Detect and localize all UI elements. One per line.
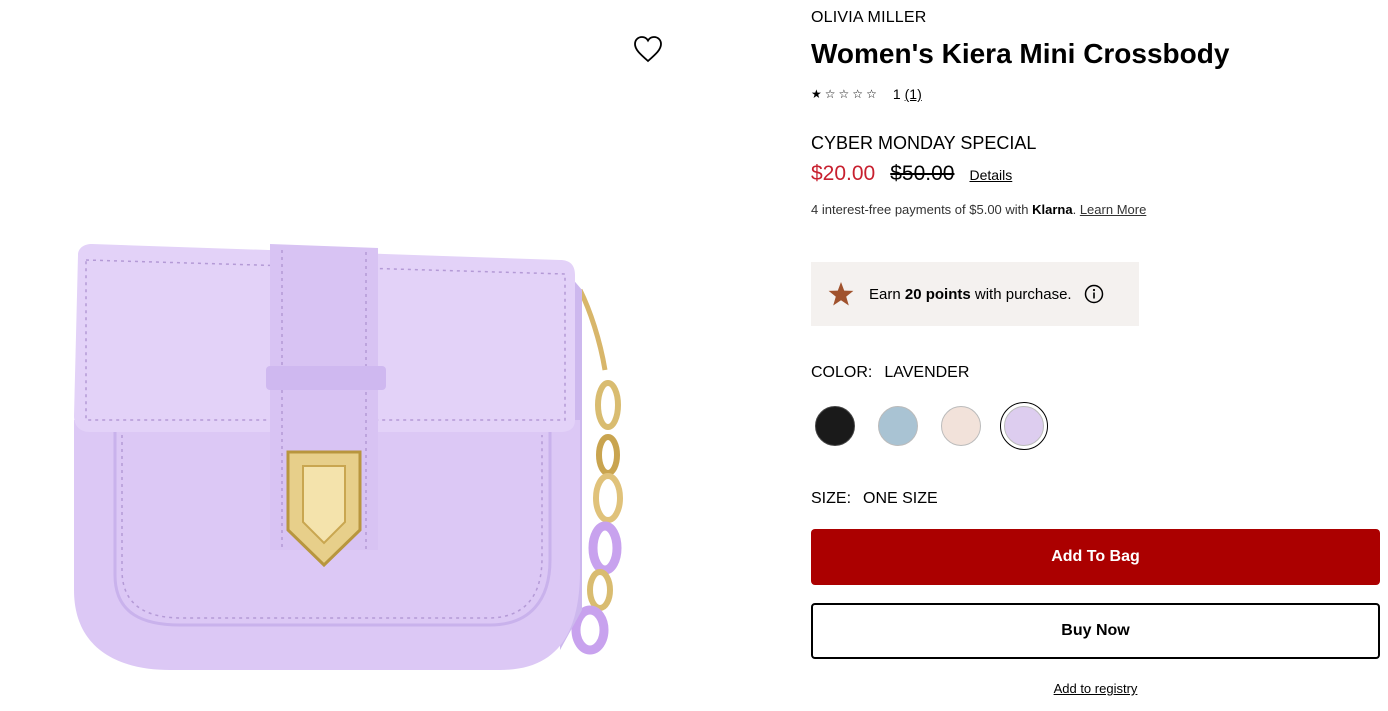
size-label: SIZE: bbox=[811, 490, 852, 507]
color-swatches bbox=[811, 402, 1063, 450]
color-label-row: COLOR: LAVENDER bbox=[811, 364, 969, 382]
product-image-gallery bbox=[0, 0, 720, 711]
promo-label: CYBER MONDAY SPECIAL bbox=[811, 133, 1037, 153]
rating-summary[interactable]: ★ ☆ ☆ ☆ ☆ 1 (1) bbox=[811, 86, 922, 102]
swatch-blush[interactable] bbox=[937, 402, 985, 450]
star-filled-icon: ★ bbox=[811, 87, 822, 101]
details-link[interactable]: Details bbox=[969, 167, 1012, 183]
original-price: $50.00 bbox=[890, 162, 955, 185]
brand-name[interactable]: OLIVIA MILLER bbox=[811, 9, 927, 27]
wishlist-heart-icon[interactable] bbox=[632, 34, 664, 64]
swatch-black[interactable] bbox=[811, 402, 859, 450]
star-empty-icon: ☆ bbox=[866, 87, 877, 101]
review-count-link[interactable]: (1) bbox=[905, 86, 922, 102]
rating-value: 1 bbox=[892, 86, 901, 102]
swatch-lavender[interactable] bbox=[1000, 402, 1048, 450]
product-image-crossbody-bag[interactable] bbox=[60, 230, 640, 700]
product-title: Women's Kiera Mini Crossbody bbox=[811, 38, 1230, 69]
star-empty-icon: ☆ bbox=[852, 87, 864, 101]
points-suffix: with purchase. bbox=[970, 285, 1072, 303]
swatch-light-blue[interactable] bbox=[874, 402, 922, 450]
selected-color-name: LAVENDER bbox=[884, 364, 970, 381]
star-empty-icon: ☆ bbox=[838, 87, 850, 101]
add-to-bag-button[interactable]: Add To Bag bbox=[811, 529, 1380, 585]
star-icon bbox=[828, 282, 854, 306]
color-label: COLOR: bbox=[811, 364, 873, 381]
klarna-suffix: . bbox=[1072, 202, 1080, 217]
star-empty-icon: ☆ bbox=[824, 87, 836, 101]
price-row: $20.00 $50.00 Details bbox=[811, 162, 1012, 186]
chain-strap bbox=[571, 288, 623, 655]
klarna-logo: Klarna bbox=[1032, 202, 1073, 217]
points-amount: 20 points bbox=[904, 285, 971, 303]
points-prefix: Earn bbox=[869, 285, 905, 303]
add-to-registry-link[interactable]: Add to registry bbox=[811, 681, 1380, 696]
rating-stars: ★ ☆ ☆ ☆ ☆ bbox=[811, 87, 877, 101]
rewards-points-banner: Earn 20 points with purchase. bbox=[811, 262, 1139, 326]
klarna-message: 4 interest-free payments of $5.00 with K… bbox=[811, 202, 1146, 217]
klarna-learn-more-link[interactable]: Learn More bbox=[1080, 202, 1146, 217]
points-text: Earn 20 points with purchase. bbox=[869, 286, 1072, 303]
klarna-prefix: 4 interest-free payments of $5.00 with bbox=[811, 202, 1033, 217]
size-value[interactable]: ONE SIZE bbox=[863, 490, 938, 507]
sale-price: $20.00 bbox=[811, 162, 876, 185]
size-label-row: SIZE: ONE SIZE bbox=[811, 490, 938, 508]
buy-now-button[interactable]: Buy Now bbox=[811, 603, 1380, 659]
info-icon[interactable] bbox=[1084, 284, 1104, 304]
